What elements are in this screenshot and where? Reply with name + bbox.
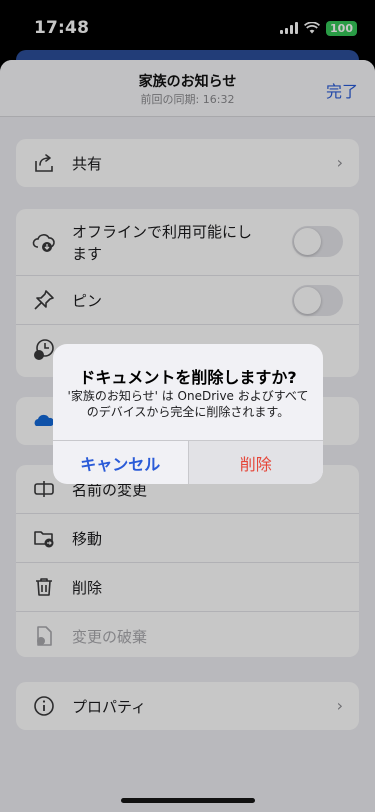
delete-confirmation-alert: ドキュメントを削除しますか? '家族のお知らせ' は OneDrive およびす… bbox=[53, 344, 323, 484]
alert-buttons: キャンセル 削除 bbox=[53, 440, 323, 484]
alert-title: ドキュメントを削除しますか? bbox=[79, 368, 297, 387]
confirm-delete-button[interactable]: 削除 bbox=[188, 441, 323, 484]
home-indicator[interactable] bbox=[121, 798, 255, 803]
alert-message: '家族のお知らせ' は OneDrive およびすべてのデバイスから完全に削除さ… bbox=[67, 389, 309, 419]
cancel-button[interactable]: キャンセル bbox=[53, 441, 189, 484]
